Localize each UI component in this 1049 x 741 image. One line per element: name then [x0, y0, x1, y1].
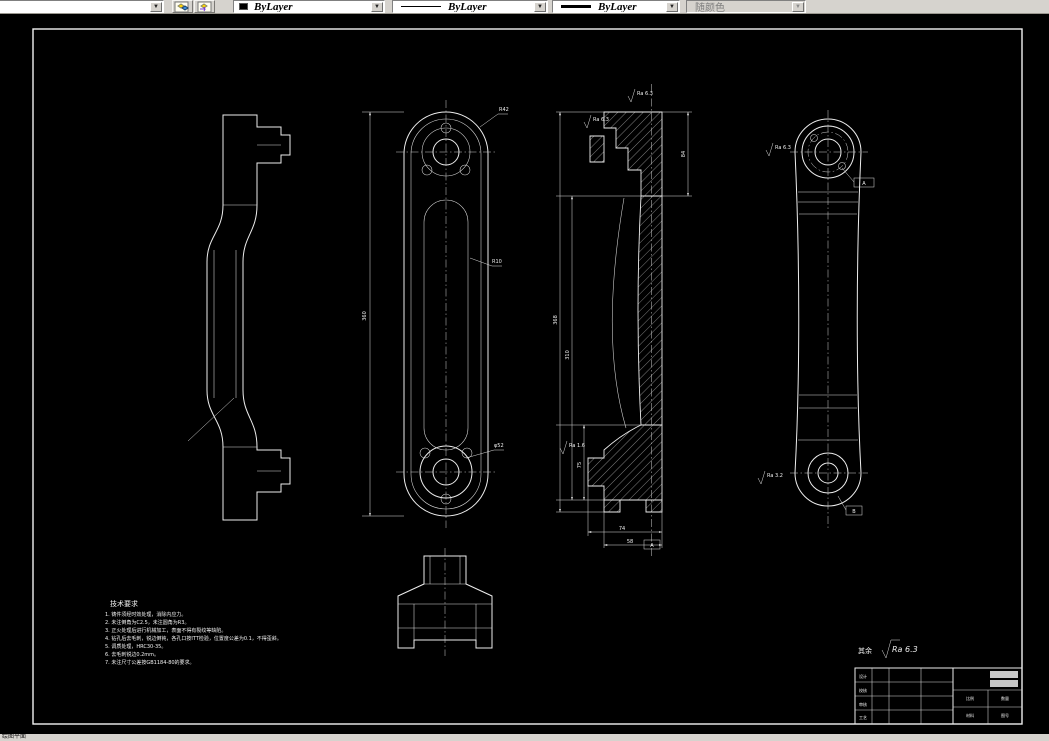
bottom-aux-view: [397, 548, 493, 656]
chevron-down-icon[interactable]: ▼: [371, 2, 383, 12]
title-block-cell: 设计: [859, 673, 867, 679]
right-view: [790, 110, 868, 530]
front-view: [396, 100, 496, 528]
color-combo[interactable]: ByLayer ▼: [233, 0, 385, 13]
dim-front-d-bottom: φ52: [494, 443, 504, 449]
dim-sec-h1: 368: [553, 315, 559, 325]
layer-current-icon: [173, 1, 192, 13]
title-block-label: 材料: [966, 712, 974, 718]
dim-sec-h3: 75: [577, 462, 583, 468]
title-block-cell: 校核: [859, 687, 867, 693]
tech-item: 4. 钻孔后去毛刺，锐边倒钝，各孔口按ITT检验，位置度公差为0.1，不得歪斜。: [105, 635, 282, 642]
ra-label: Ra 6.3: [637, 91, 653, 97]
tech-item: 2. 未注倒角为C2.5，未注圆角为R3。: [105, 619, 189, 626]
datum-a-label: A: [650, 543, 654, 549]
layer-combo[interactable]: ▼: [0, 0, 164, 13]
lineweight-sample: [561, 5, 591, 8]
title-block-cell: 工艺: [859, 715, 867, 720]
tech-item: 5. 调质处理，HRC30-35。: [105, 643, 166, 650]
chevron-down-icon[interactable]: ▼: [150, 2, 162, 12]
ra-label: Ra 3.2: [767, 473, 783, 479]
section-view: [587, 84, 663, 556]
color-combo-value: ByLayer: [254, 0, 293, 13]
tech-item: 1. 铸件须经时效处理，消除内应力。: [105, 611, 186, 618]
front-view-dimensions: 360 R42 R10 φ52: [362, 107, 509, 517]
status-text: 绘图平面: [2, 734, 27, 740]
roughness-symbol: [583, 114, 592, 129]
plotstyle-combo-value: 随颜色: [695, 3, 725, 13]
drawing-canvas[interactable]: 360 R42 R10 φ52 368 310 75 74 58 84 Ra 6…: [0, 14, 1049, 734]
lineweight-combo-value: ByLayer: [598, 0, 637, 13]
make-layer-current-button[interactable]: [172, 0, 193, 13]
roughness-symbol: [757, 470, 766, 485]
roughness-symbol: [627, 88, 636, 103]
dim-front-r-top: R42: [499, 107, 509, 113]
dim-sec-w1: 74: [619, 526, 625, 532]
chevron-down-icon: ▼: [792, 2, 804, 12]
datum-a-frame: A: [862, 181, 866, 187]
title-block-filled-cell: [990, 671, 1018, 678]
tech-item: 7. 未注尺寸公差按GB1184-80的要求。: [105, 659, 195, 666]
title-block: 设计 校核 审核 工艺 比例 数量 材料 图号: [854, 667, 1023, 725]
tech-item: 6. 去毛刺锐边0.2mm。: [105, 651, 159, 658]
status-strip: 绘图平面: [0, 734, 1049, 741]
surface-note-prefix: 其余: [858, 646, 872, 655]
linetype-combo[interactable]: ByLayer ▼: [392, 0, 548, 13]
roughness-symbol: [765, 142, 774, 157]
plotstyle-combo: 随颜色 ▼: [686, 0, 806, 13]
title-block-filled-cell: [990, 680, 1018, 687]
color-swatch: [239, 3, 248, 10]
properties-toolbar: ▼ ByLayer ▼ ByLayer ▼ ByLayer ▼ 随颜色 ▼: [0, 0, 1049, 14]
title-block-label: 比例: [966, 695, 974, 701]
surface-note-value: Ra 6.3: [892, 645, 918, 654]
lineweight-combo[interactable]: ByLayer ▼: [552, 0, 680, 13]
ra-label: Ra 1.6: [569, 443, 585, 449]
chevron-down-icon[interactable]: ▼: [534, 2, 546, 12]
tech-item: 3. 正火处理后进行机械加工，表面不得有裂纹等缺陷。: [105, 627, 226, 634]
title-block-label: 数量: [1001, 695, 1009, 701]
surface-roughness-note: 其余 Ra 6.3: [858, 639, 918, 659]
title-block-cell: 审核: [859, 701, 867, 707]
tech-title: 技术要求: [110, 599, 138, 608]
chevron-down-icon[interactable]: ▼: [666, 2, 678, 12]
layer-previous-icon: [195, 1, 214, 13]
cad-drawing: 360 R42 R10 φ52 368 310 75 74 58 84 Ra 6…: [32, 28, 1023, 725]
leader-line: [187, 397, 235, 442]
roughness-symbol: [559, 440, 568, 455]
title-block-label: 图号: [1001, 712, 1009, 718]
datum-b-frame: B: [852, 509, 856, 515]
dim-front-height: 360: [362, 311, 368, 321]
layer-previous-button[interactable]: [194, 0, 215, 13]
ra-label: Ra 6.3: [775, 145, 791, 151]
ra-label: Ra 6.3: [593, 117, 609, 123]
dim-sec-w2: 58: [627, 539, 633, 545]
dim-sec-h2: 310: [565, 350, 571, 360]
technical-requirements: 技术要求 1. 铸件须经时效处理，消除内应力。 2. 未注倒角为C2.5，未注圆…: [105, 599, 282, 666]
linetype-combo-value: ByLayer: [448, 0, 487, 13]
side-profile-view: [187, 114, 291, 521]
dim-front-r-mid: R10: [492, 259, 502, 265]
dim-sec-right: 84: [681, 151, 687, 157]
linetype-sample: [401, 6, 441, 7]
